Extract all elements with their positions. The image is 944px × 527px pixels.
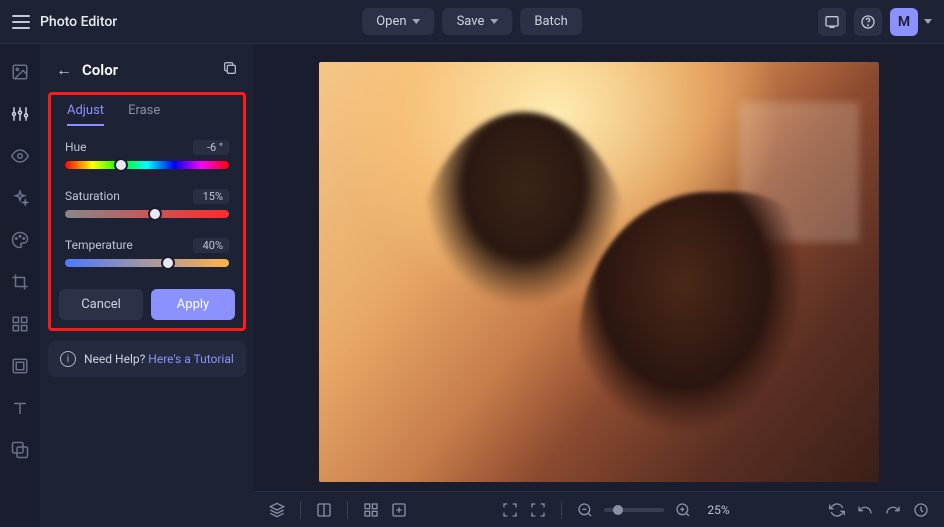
history-icon[interactable] xyxy=(912,501,930,519)
help-box[interactable]: i Need Help? Here's a Tutorial xyxy=(48,341,246,377)
avatar[interactable]: M xyxy=(890,8,918,36)
fit-screen-icon[interactable] xyxy=(529,501,547,519)
compare-icon[interactable] xyxy=(315,501,333,519)
temperature-value: 40% xyxy=(193,238,229,253)
fullscreen-icon[interactable] xyxy=(501,501,519,519)
image-tool-icon[interactable] xyxy=(10,62,30,82)
help-prefix: Need Help? xyxy=(84,352,148,366)
hue-label: Hue xyxy=(65,140,87,155)
zoom-value: 25% xyxy=(702,503,736,517)
color-panel: ← Color Adjust Erase Hue -6 ° Saturat xyxy=(40,44,254,527)
text-tool-icon[interactable] xyxy=(10,398,30,418)
top-bar: Photo Editor Open Save Batch M xyxy=(0,0,944,44)
help-icon[interactable] xyxy=(854,8,882,36)
zoom-scale-indicator[interactable] xyxy=(604,508,664,512)
grid-view-icon[interactable] xyxy=(362,501,380,519)
batch-button[interactable]: Batch xyxy=(520,8,581,35)
sparkle-tool-icon[interactable] xyxy=(10,188,30,208)
chevron-down-icon xyxy=(490,19,498,24)
bottom-toolbar: 25% xyxy=(254,491,944,527)
info-icon: i xyxy=(60,351,76,367)
feedback-icon[interactable] xyxy=(818,8,846,36)
saturation-value: 15% xyxy=(193,189,229,204)
saturation-slider-thumb[interactable] xyxy=(148,207,162,221)
adjust-controls-highlight: Adjust Erase Hue -6 ° Saturation 15% xyxy=(48,92,246,331)
copy-icon[interactable] xyxy=(222,60,238,80)
palette-tool-icon[interactable] xyxy=(10,230,30,250)
redo-icon[interactable] xyxy=(884,501,902,519)
temperature-slider[interactable] xyxy=(65,259,229,267)
zoom-out-icon[interactable] xyxy=(576,501,594,519)
canvas-area[interactable] xyxy=(254,44,944,491)
eye-tool-icon[interactable] xyxy=(10,146,30,166)
tutorial-link[interactable]: Here's a Tutorial xyxy=(148,352,234,366)
chevron-down-icon xyxy=(413,19,421,24)
crop-tool-icon[interactable] xyxy=(10,272,30,292)
temperature-label: Temperature xyxy=(65,238,133,253)
hue-value: -6 ° xyxy=(193,140,229,155)
info-panel-icon[interactable] xyxy=(390,501,408,519)
hue-slider[interactable] xyxy=(65,161,229,169)
refresh-icon[interactable] xyxy=(828,501,846,519)
hamburger-menu-icon[interactable] xyxy=(12,15,30,29)
cancel-button[interactable]: Cancel xyxy=(59,289,143,320)
apply-button[interactable]: Apply xyxy=(151,289,235,320)
overlay-tool-icon[interactable] xyxy=(10,440,30,460)
app-title: Photo Editor xyxy=(40,14,117,30)
tab-adjust[interactable]: Adjust xyxy=(67,103,104,126)
undo-icon[interactable] xyxy=(856,501,874,519)
save-button[interactable]: Save xyxy=(443,8,513,35)
saturation-slider[interactable] xyxy=(65,210,229,218)
temperature-slider-thumb[interactable] xyxy=(161,256,175,270)
adjust-tool-icon[interactable] xyxy=(10,104,30,124)
grid-tool-icon[interactable] xyxy=(10,314,30,334)
frame-tool-icon[interactable] xyxy=(10,356,30,376)
open-button[interactable]: Open xyxy=(362,8,434,35)
saturation-label: Saturation xyxy=(65,189,120,204)
tool-icon-strip xyxy=(0,44,40,527)
photo-preview xyxy=(319,62,879,482)
chevron-down-icon[interactable] xyxy=(924,19,932,24)
layers-icon[interactable] xyxy=(268,501,286,519)
zoom-in-icon[interactable] xyxy=(674,501,692,519)
tab-erase[interactable]: Erase xyxy=(128,103,160,126)
hue-slider-thumb[interactable] xyxy=(114,158,128,172)
back-arrow-icon[interactable]: ← xyxy=(56,60,72,80)
panel-title: Color xyxy=(82,61,212,79)
